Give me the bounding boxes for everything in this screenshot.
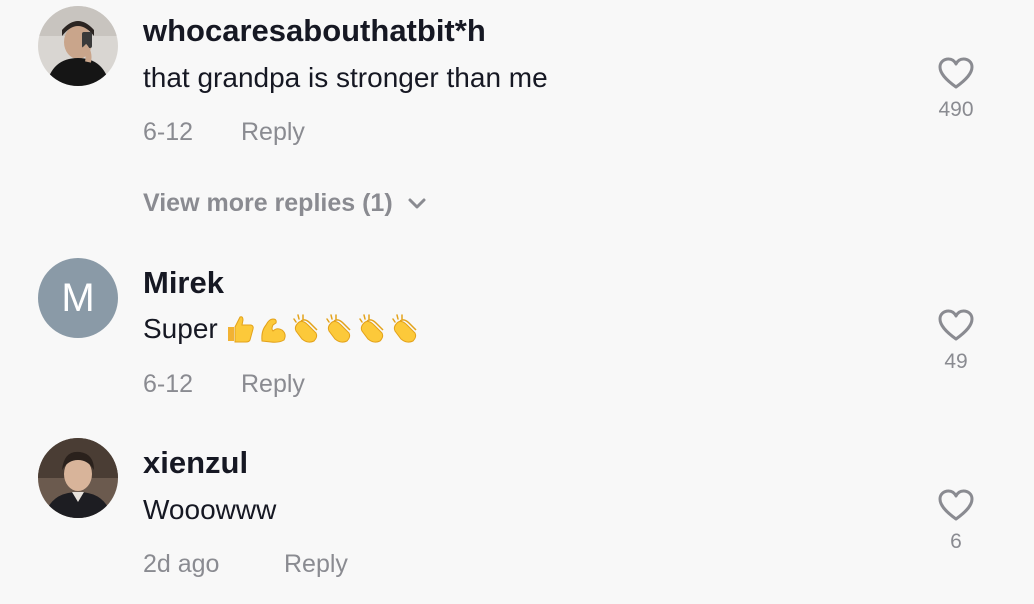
comment-date: 6-12 xyxy=(143,118,194,146)
avatar-letter: M xyxy=(61,276,95,320)
avatar[interactable] xyxy=(38,6,118,86)
comment-username[interactable]: Mirek xyxy=(143,265,224,301)
heart-icon[interactable] xyxy=(937,56,975,90)
like-count: 49 xyxy=(944,350,968,373)
clapping-hands-icon xyxy=(358,314,384,343)
comment-date: 6-12 xyxy=(143,370,194,398)
thumbs-up-icon xyxy=(227,316,254,343)
comment-date: 2d ago xyxy=(143,550,220,578)
reply-button[interactable]: Reply xyxy=(241,118,305,147)
chevron-down-icon xyxy=(408,198,426,208)
comment-text: Wooowww xyxy=(143,494,277,525)
like-control: 49 xyxy=(926,308,986,374)
comment-text: Super xyxy=(143,313,218,344)
comment-username[interactable]: xienzul xyxy=(143,445,248,481)
emoji-row xyxy=(224,313,422,345)
like-count: 490 xyxy=(938,98,974,121)
comment-text-row: Super xyxy=(143,313,422,345)
like-control: 490 xyxy=(926,56,986,122)
heart-icon[interactable] xyxy=(937,308,975,342)
clapping-hands-icon xyxy=(391,314,417,343)
like-count: 6 xyxy=(950,530,962,553)
avatar-photo-icon xyxy=(38,438,118,518)
flexed-biceps-icon xyxy=(261,318,286,343)
view-more-replies-label: View more replies (1) xyxy=(143,189,393,217)
clapping-hands-icon xyxy=(325,314,351,343)
heart-icon[interactable] xyxy=(937,488,975,522)
comment-username[interactable]: whocaresabouthatbit*h xyxy=(143,13,486,49)
clapping-hands-icon xyxy=(292,314,318,343)
avatar-photo-icon xyxy=(38,6,118,86)
comment-text: that grandpa is stronger than me xyxy=(143,62,548,93)
avatar[interactable]: M xyxy=(38,258,118,338)
view-more-replies-button[interactable]: View more replies (1) xyxy=(143,189,427,218)
reply-button[interactable]: Reply xyxy=(284,550,348,579)
comments-list: whocaresabouthatbit*h that grandpa is st… xyxy=(0,0,1034,604)
avatar[interactable] xyxy=(38,438,118,518)
like-control: 6 xyxy=(926,488,986,554)
reply-button[interactable]: Reply xyxy=(241,370,305,399)
